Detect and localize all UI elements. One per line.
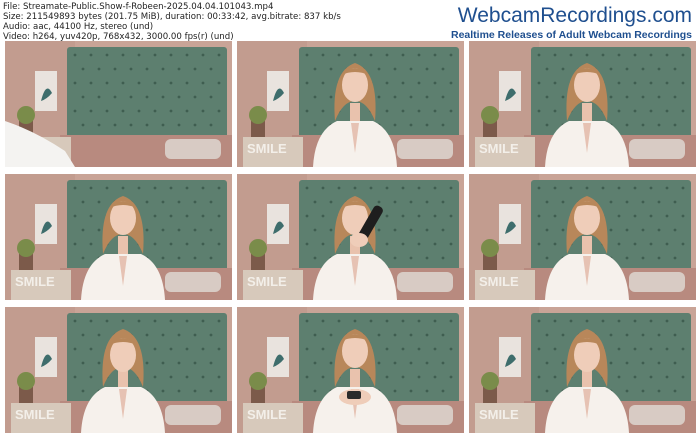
video-thumbnail: SMILE — [5, 174, 232, 300]
thumbnail-frame: SMILE — [237, 41, 464, 167]
video-thumbnail: SMILE — [237, 41, 464, 167]
video-thumbnail: SMILE — [469, 174, 696, 300]
svg-text:SMILE: SMILE — [247, 141, 287, 156]
video-thumbnail: SMILE — [5, 41, 232, 167]
thumbnail-frame: SMILE — [469, 307, 696, 433]
thumbnail-frame: SMILE — [5, 41, 232, 167]
thumbnail-frame: SMILE — [237, 174, 464, 300]
thumbnail-frame: SMILE — [5, 307, 232, 433]
video-thumbnail: SMILE — [469, 41, 696, 167]
svg-text:SMILE: SMILE — [479, 141, 519, 156]
svg-text:SMILE: SMILE — [15, 407, 55, 422]
svg-text:SMILE: SMILE — [479, 274, 519, 289]
brand-logo: WebcamRecordings.com Realtime Releases o… — [451, 4, 692, 41]
video-thumbnail: SMILE — [237, 307, 464, 433]
thumbnail-frame: SMILE — [469, 174, 696, 300]
video-thumbnail: SMILE — [469, 307, 696, 433]
thumbnail-frame: SMILE — [237, 307, 464, 433]
svg-text:SMILE: SMILE — [247, 407, 287, 422]
thumbnail-frame: SMILE — [469, 41, 696, 167]
brand-tagline: Realtime Releases of Adult Webcam Record… — [451, 29, 692, 41]
file-name: File: Streamate-Public.Show-f-Robeen-202… — [3, 2, 274, 12]
video-thumbnail: SMILE — [237, 174, 464, 300]
svg-text:SMILE: SMILE — [15, 274, 55, 289]
thumbnail-frame: SMILE — [5, 174, 232, 300]
brand-name: WebcamRecordings.com — [457, 4, 692, 27]
file-size: Size: 211549893 bytes (201.75 MiB), dura… — [3, 12, 341, 22]
thumbnail-grid: SMILE SMILE SMILE SMILE SMILE SMILE SMILE SMILE… — [5, 41, 696, 435]
svg-text:SMILE: SMILE — [247, 274, 287, 289]
svg-text:SMILE: SMILE — [479, 407, 519, 422]
video-thumbnail: SMILE — [5, 307, 232, 433]
file-info: File: Streamate-Public.Show-f-Robeen-202… — [3, 2, 341, 42]
audio-info: Audio: aac, 44100 Hz, stereo (und) — [3, 22, 154, 32]
